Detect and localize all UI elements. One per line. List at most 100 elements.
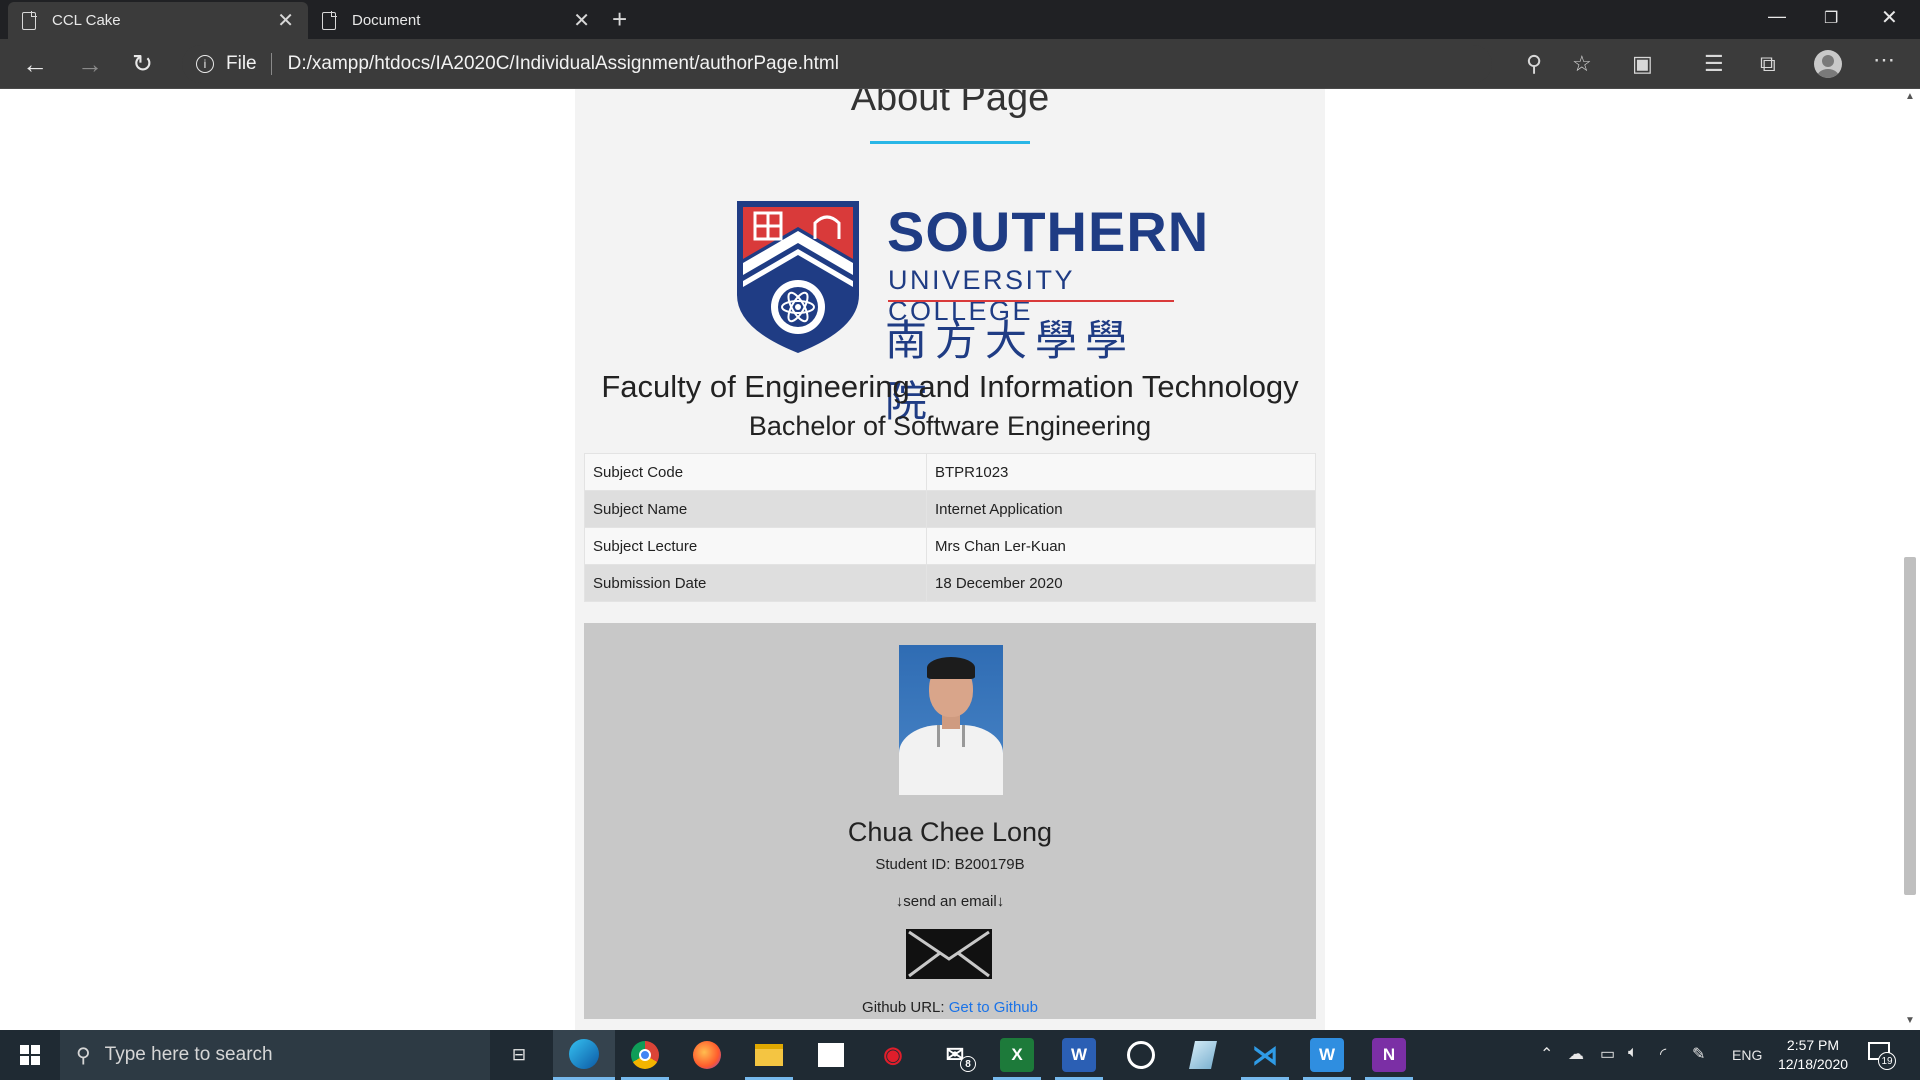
table-row: Subject Code BTPR1023 [584,453,1316,491]
zoom-icon[interactable]: ⚲ [1526,51,1542,77]
excel-taskbar-button[interactable]: X [1000,1038,1034,1072]
system-clock[interactable]: 2:57 PM 12/18/2020 [1768,1036,1858,1074]
windows-taskbar: ⚲ Type here to search ⊟ ◉ ✉ 8 X W ⋊ W N … [0,1030,1920,1080]
row-label: Subject Lecture [584,527,927,565]
title-underline [870,141,1030,144]
scrollbar-thumb[interactable] [1904,557,1916,895]
page-title: About Page [850,89,1050,119]
clock-date: 12/18/2020 [1777,1056,1849,1072]
wifi-icon[interactable]: ◜ [1660,1044,1666,1064]
game-taskbar-button[interactable]: ◉ [876,1038,910,1072]
close-tab-icon[interactable]: ✕ [277,8,294,33]
table-row: Subject Name Internet Application [584,490,1316,528]
row-value: Internet Application [926,490,1316,528]
restore-button[interactable]: ❐ [1824,8,1838,28]
more-menu-icon[interactable]: ⋯ [1873,47,1895,73]
address-url[interactable]: D:/xampp/htdocs/IA2020C/IndividualAssign… [288,53,839,75]
chrome-taskbar-button[interactable] [628,1038,662,1072]
back-button[interactable]: ← [22,49,48,80]
row-value: Mrs Chan Ler-Kuan [926,527,1316,565]
row-label: Submission Date [584,564,927,602]
student-id: Student ID: B200179B [875,856,1025,873]
mail-taskbar-button[interactable]: ✉ 8 [938,1038,976,1072]
store-icon [818,1043,844,1067]
faculty-heading: Faculty of Engineering and Information T… [601,369,1299,404]
author-name: Chua Chee Long [847,817,1053,847]
row-label: Subject Code [584,453,927,491]
language-indicator[interactable]: ENG [1732,1047,1762,1063]
email-prompt: ↓send an email↓ [895,893,1005,910]
profile-avatar[interactable] [1814,50,1842,78]
favorites-icon[interactable]: ☰ [1704,51,1724,77]
mail-icon[interactable] [906,929,992,979]
clock-time: 2:57 PM [1786,1037,1840,1053]
forward-button[interactable]: → [77,49,103,80]
edge-taskbar-button[interactable] [553,1030,615,1080]
store-taskbar-button[interactable] [814,1038,848,1072]
chrome-icon [631,1041,659,1069]
wps-icon: W [1318,1045,1336,1064]
extension-icon[interactable]: ▣ [1632,51,1653,77]
onenote-icon: N [1382,1045,1396,1064]
address-scheme: File [226,53,257,74]
tab-document[interactable]: Document ✕ [308,2,604,39]
github-link[interactable]: Get to Github [949,999,1038,1016]
vertical-scrollbar[interactable]: ▲ ▼ [1900,89,1920,1030]
search-icon: ⚲ [76,1044,91,1067]
refresh-button[interactable]: ↻ [132,49,153,79]
tab-title: CCL Cake [52,12,121,29]
favorite-star-icon[interactable]: ☆ [1572,51,1592,77]
battery-icon[interactable]: ▭ [1600,1044,1615,1064]
search-placeholder: Type here to search [104,1044,273,1065]
about-content: About Page SOUTHERN UNIVERSITY COLLEGE 南… [575,89,1325,1030]
scroll-up-icon[interactable]: ▲ [1905,91,1915,102]
logo-wordmark: SOUTHERN [887,200,1210,263]
university-logo: SOUTHERN UNIVERSITY COLLEGE 南方大學學院 [735,199,1208,426]
new-tab-button[interactable]: + [612,4,627,35]
table-row: Submission Date 18 December 2020 [584,564,1316,602]
collections-icon[interactable]: ⧉ [1760,51,1776,77]
university-crest-icon [737,201,859,353]
volume-icon[interactable]: 🔈︎ [1628,1044,1638,1062]
close-tab-icon[interactable]: ✕ [573,8,590,33]
close-window-button[interactable]: ✕ [1881,5,1898,30]
vscode-icon: ⋊ [1252,1039,1278,1070]
onenote-taskbar-button[interactable]: N [1372,1038,1406,1072]
windows-start-button[interactable] [20,1045,40,1065]
table-row: Subject Lecture Mrs Chan Ler-Kuan [584,527,1316,565]
page-icon [322,10,337,30]
word-taskbar-button[interactable]: W [1062,1038,1096,1072]
garena-icon: ◉ [883,1042,903,1067]
row-value: 18 December 2020 [926,564,1316,602]
mail-badge: 8 [960,1056,976,1072]
edge-icon [569,1038,599,1069]
action-center-button[interactable]: 19 [1868,1042,1896,1070]
tab-ccl-cake[interactable]: CCL Cake ✕ [8,2,308,39]
task-view-icon[interactable]: ⊟ [502,1038,536,1072]
notes-icon [1189,1041,1217,1069]
notes-taskbar-button[interactable] [1186,1038,1220,1072]
author-photo [899,645,1003,795]
taskbar-search[interactable]: ⚲ Type here to search [60,1030,490,1080]
github-label: Github URL: [862,999,945,1016]
tab-title: Document [352,12,421,29]
author-card: Chua Chee Long Student ID: B200179B ↓sen… [584,623,1316,1019]
vscode-taskbar-button[interactable]: ⋊ [1248,1038,1282,1072]
page-icon [22,10,37,30]
obs-taskbar-button[interactable] [1124,1038,1158,1072]
onedrive-icon[interactable]: ☁ [1568,1044,1584,1064]
firefox-icon [693,1041,721,1069]
firefox-taskbar-button[interactable] [690,1038,724,1072]
minimize-button[interactable]: — [1768,6,1786,27]
file-explorer-taskbar-button[interactable] [752,1038,786,1072]
show-hidden-icons[interactable]: ⌃ [1540,1044,1553,1064]
notification-count: 19 [1878,1052,1896,1070]
address-bar[interactable]: i File D:/xampp/htdocs/IA2020C/Individua… [182,45,1492,83]
info-icon[interactable]: i [196,55,214,73]
github-line: Github URL: Get to Github [584,999,1316,1016]
folder-icon [755,1044,783,1066]
scroll-down-icon[interactable]: ▼ [1905,1015,1915,1026]
pen-icon[interactable]: ✎ [1692,1044,1705,1064]
row-label: Subject Name [584,490,927,528]
wps-taskbar-button[interactable]: W [1310,1038,1344,1072]
